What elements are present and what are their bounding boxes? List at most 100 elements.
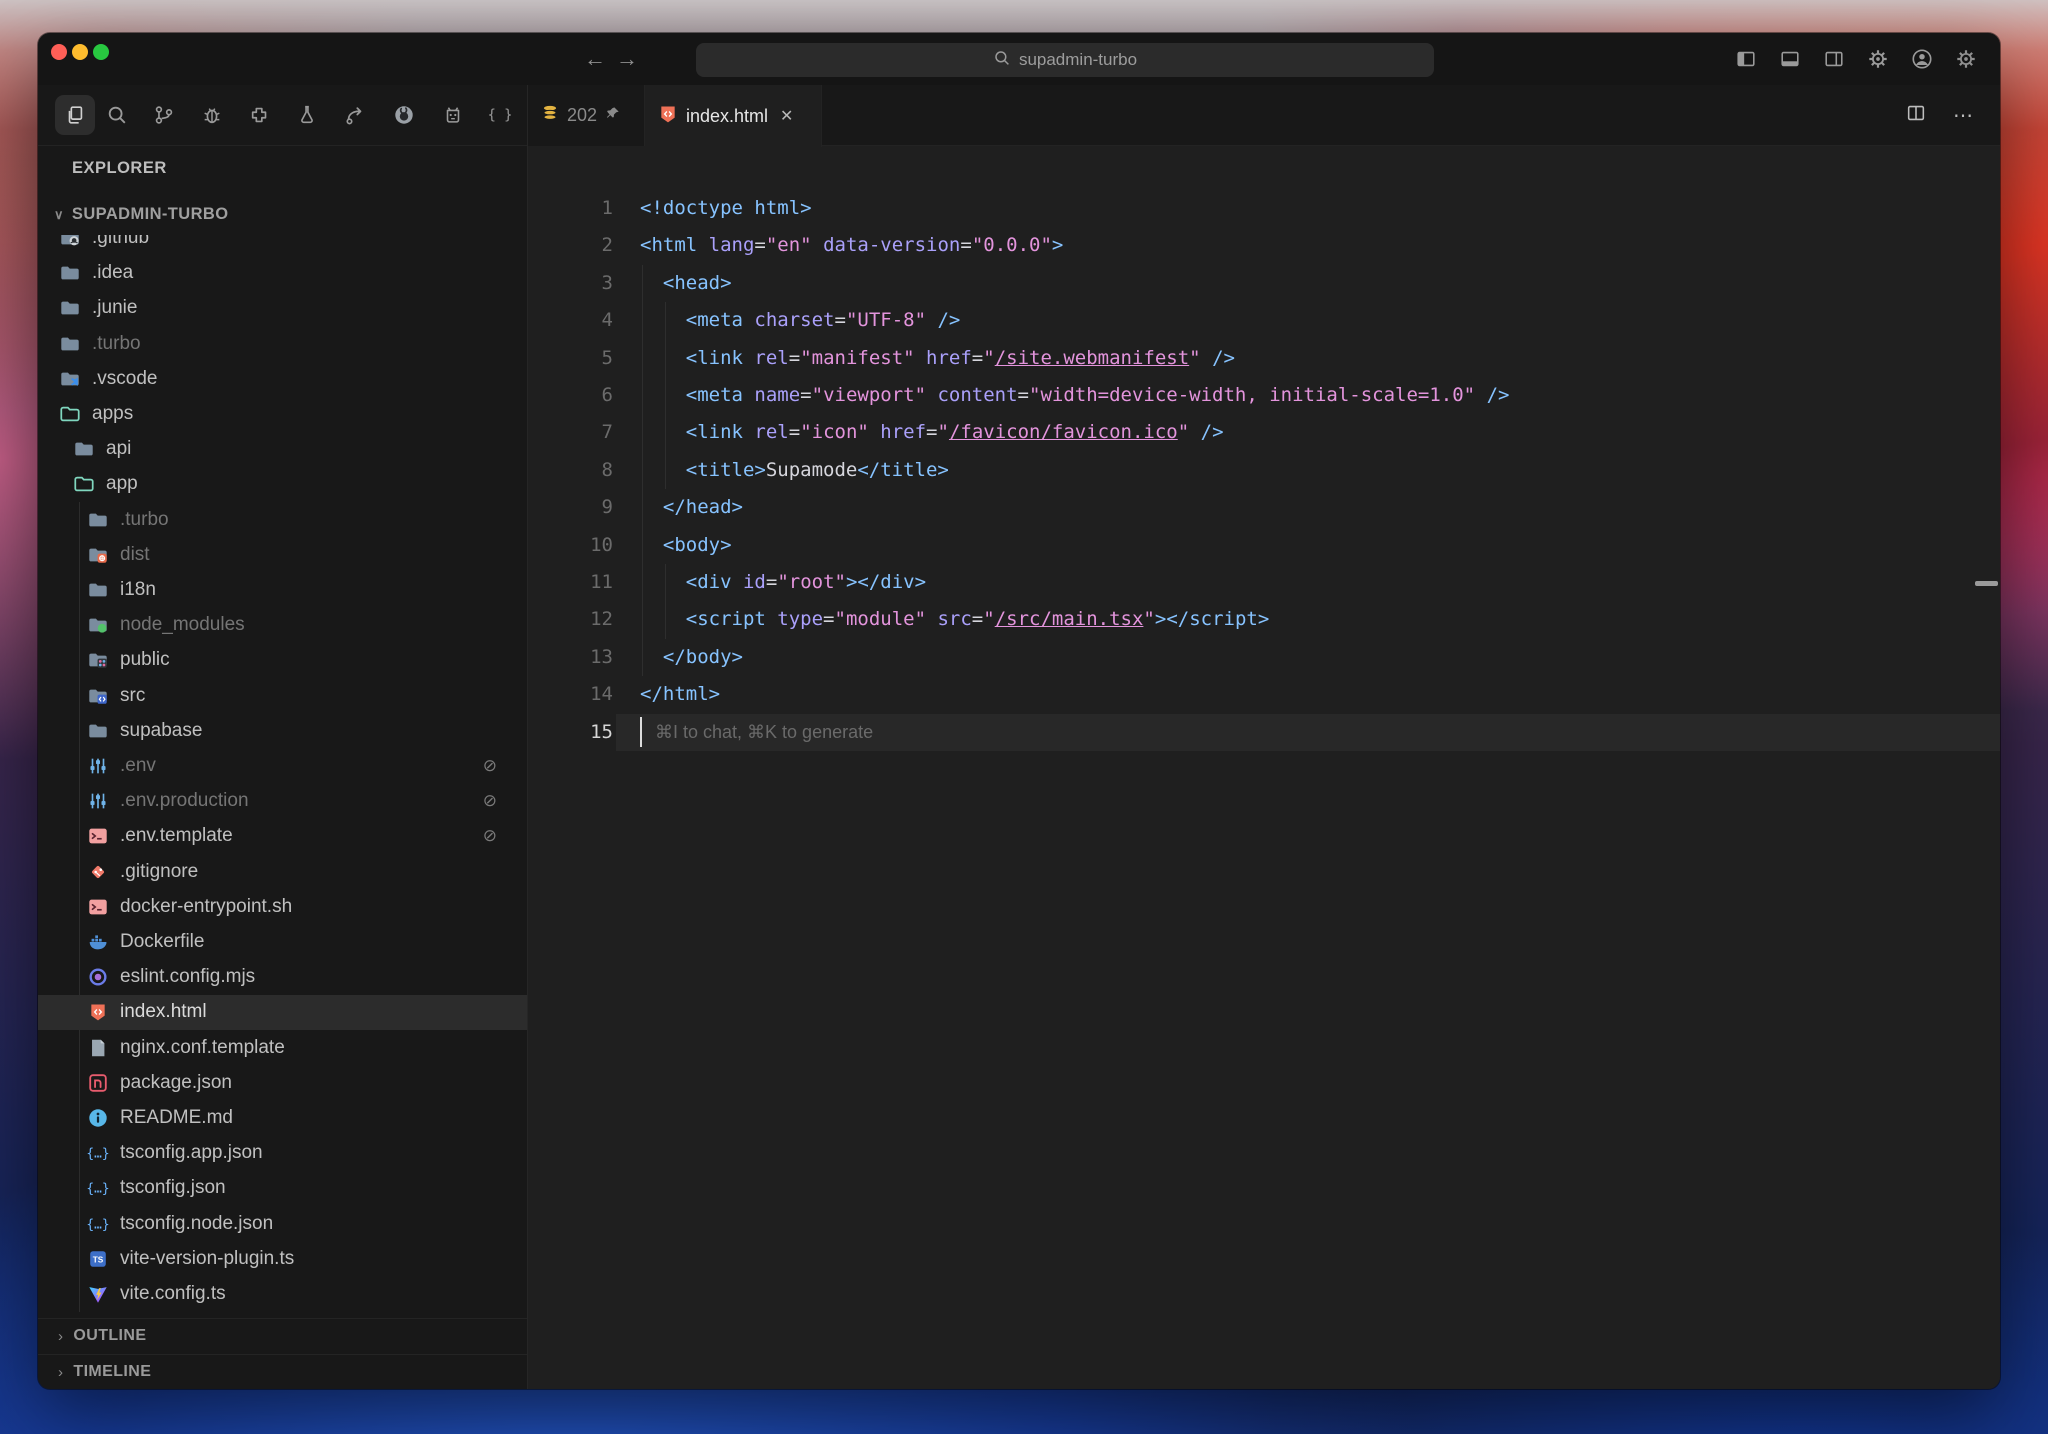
- tree-item-.junie[interactable]: .junie: [38, 291, 527, 326]
- activity-extensions-icon[interactable]: [240, 95, 280, 135]
- split-editor-icon[interactable]: [1905, 102, 1927, 129]
- pin-icon[interactable]: [605, 105, 621, 126]
- code-line-2[interactable]: <html lang="en" data-version="0.0.0">: [640, 227, 1509, 264]
- activity-share-icon[interactable]: [335, 95, 375, 135]
- tree-item-eslint.config.mjs[interactable]: eslint.config.mjs: [38, 960, 527, 995]
- file-label: api: [106, 438, 131, 460]
- timeline-section[interactable]: › TIMELINE: [38, 1354, 527, 1389]
- code-line-10[interactable]: <body>: [640, 527, 1509, 564]
- back-button[interactable]: ←: [584, 46, 606, 72]
- file-label: dist: [120, 544, 150, 566]
- code-line-7[interactable]: <link rel="icon" href="/favicon/favicon.…: [640, 414, 1509, 451]
- file-icon: [86, 1036, 110, 1060]
- tree-item-nginx.conf.template[interactable]: nginx.conf.template: [38, 1030, 527, 1065]
- line-number: 8: [528, 452, 613, 489]
- tree-item-docker-entrypoint.sh[interactable]: docker-entrypoint.sh: [38, 889, 527, 924]
- tree-item-Dockerfile[interactable]: Dockerfile: [38, 924, 527, 959]
- code-content[interactable]: <!doctype html><html lang="en" data-vers…: [640, 190, 1509, 751]
- tree-item-src[interactable]: src: [38, 678, 527, 713]
- line-number: 11: [528, 564, 613, 601]
- file-label: docker-entrypoint.sh: [120, 896, 292, 918]
- code-line-12[interactable]: <script type="module" src="/src/main.tsx…: [640, 601, 1509, 638]
- layout-panel-icon[interactable]: [1778, 47, 1802, 71]
- activity-braces-icon[interactable]: { }: [480, 95, 520, 135]
- file-label: apps: [92, 403, 133, 425]
- sidebar-border[interactable]: [527, 85, 528, 1389]
- copilot-gear-icon[interactable]: [1954, 47, 1978, 71]
- activity-coderabbit-icon[interactable]: [384, 95, 424, 135]
- code-line-13[interactable]: </body>: [640, 639, 1509, 676]
- tree-item-tsconfig.node.json[interactable]: {…}tsconfig.node.json: [38, 1206, 527, 1241]
- code-line-11[interactable]: <div id="root"></div>: [640, 564, 1509, 601]
- tree-item-.turbo[interactable]: .turbo: [38, 502, 527, 537]
- close-tab-icon[interactable]: ✕: [780, 106, 793, 126]
- tree-item-vite.config.ts[interactable]: vite.config.ts: [38, 1276, 527, 1311]
- tree-item-tsconfig.json[interactable]: {…}tsconfig.json: [38, 1171, 527, 1206]
- tree-item-dist[interactable]: dist: [38, 537, 527, 572]
- file-label: .env: [120, 755, 156, 777]
- file-label: .idea: [92, 262, 133, 284]
- activity-debug-icon[interactable]: [192, 95, 232, 135]
- folder-vscode-icon: [58, 367, 82, 391]
- code-line-1[interactable]: <!doctype html>: [640, 190, 1509, 227]
- command-center-search[interactable]: supadmin-turbo: [696, 43, 1434, 77]
- activity-source-control-icon[interactable]: [144, 95, 184, 135]
- code-line-4[interactable]: <meta charset="UTF-8" />: [640, 302, 1509, 339]
- tree-item-apps[interactable]: apps: [38, 396, 527, 431]
- code-line-3[interactable]: <head>: [640, 265, 1509, 302]
- svg-text:TS: TS: [93, 1255, 104, 1264]
- file-label: tsconfig.json: [120, 1177, 226, 1199]
- tree-item-README.md[interactable]: README.md: [38, 1100, 527, 1135]
- tree-item-.turbo[interactable]: .turbo: [38, 326, 527, 361]
- workspace-section-header[interactable]: ∨ SUPADMIN-TURBO: [54, 205, 228, 224]
- account-icon[interactable]: [1910, 47, 1934, 71]
- code-line-6[interactable]: <meta name="viewport" content="width=dev…: [640, 377, 1509, 414]
- tree-item-i18n[interactable]: i18n: [38, 572, 527, 607]
- activity-files-icon[interactable]: [55, 95, 95, 135]
- folder-node-icon: [86, 613, 110, 637]
- overview-ruler-mark[interactable]: [1975, 581, 1998, 586]
- tree-item-.idea[interactable]: .idea: [38, 256, 527, 291]
- code-line-14[interactable]: </html>: [640, 676, 1509, 713]
- code-line-9[interactable]: </head>: [640, 489, 1509, 526]
- activity-ai-assistant-icon[interactable]: [433, 95, 473, 135]
- tree-item-tsconfig.app.json[interactable]: {…}tsconfig.app.json: [38, 1136, 527, 1171]
- code-editor[interactable]: 123456789101112131415 <!doctype html><ht…: [528, 146, 2000, 1389]
- activity-testing-icon[interactable]: [287, 95, 327, 135]
- tree-item-public[interactable]: public: [38, 643, 527, 678]
- tree-item-.github[interactable]: .github: [38, 235, 527, 256]
- layout-sidebar-right-icon[interactable]: [1822, 47, 1846, 71]
- forward-button[interactable]: →: [616, 46, 638, 72]
- line-number: 3: [528, 265, 613, 302]
- tab-index-html[interactable]: index.html ✕: [645, 85, 822, 147]
- tree-item-.env[interactable]: .env⊘: [38, 748, 527, 783]
- tree-item-.env.template[interactable]: .env.template⊘: [38, 819, 527, 854]
- close-window-button[interactable]: [51, 44, 67, 60]
- tree-item-.gitignore[interactable]: .gitignore: [38, 854, 527, 889]
- tree-item-supabase[interactable]: supabase: [38, 713, 527, 748]
- line-number: 6: [528, 377, 613, 414]
- line-numbers: 123456789101112131415: [528, 190, 613, 751]
- more-actions-icon[interactable]: ⋯: [1953, 103, 1974, 128]
- code-line-5[interactable]: <link rel="manifest" href="/site.webmani…: [640, 340, 1509, 377]
- tree-item-vite-version-plugin.ts[interactable]: TS vite-version-plugin.ts: [38, 1241, 527, 1276]
- tab-202[interactable]: 202: [527, 85, 645, 146]
- zoom-window-button[interactable]: [93, 44, 109, 60]
- code-line-8[interactable]: <title>Supamode</title>: [640, 452, 1509, 489]
- tree-item-.vscode[interactable]: .vscode: [38, 361, 527, 396]
- ai-ghost-text: ⌘I to chat, ⌘K to generate: [655, 714, 873, 751]
- settings-gear-icon[interactable]: [1866, 47, 1890, 71]
- activity-search-icon[interactable]: [97, 95, 137, 135]
- file-label: vite.config.ts: [120, 1283, 226, 1305]
- tree-item-.env.production[interactable]: .env.production⊘: [38, 784, 527, 819]
- tree-item-app[interactable]: app: [38, 467, 527, 502]
- line-number: 10: [528, 527, 613, 564]
- layout-sidebar-left-icon[interactable]: [1734, 47, 1758, 71]
- file-label: vite-version-plugin.ts: [120, 1248, 294, 1270]
- minimize-window-button[interactable]: [72, 44, 88, 60]
- tree-item-package.json[interactable]: package.json: [38, 1065, 527, 1100]
- tree-item-node_modules[interactable]: node_modules: [38, 608, 527, 643]
- tree-item-index.html[interactable]: index.html: [38, 995, 527, 1030]
- outline-section[interactable]: › OUTLINE: [38, 1318, 527, 1353]
- tree-item-api[interactable]: api: [38, 432, 527, 467]
